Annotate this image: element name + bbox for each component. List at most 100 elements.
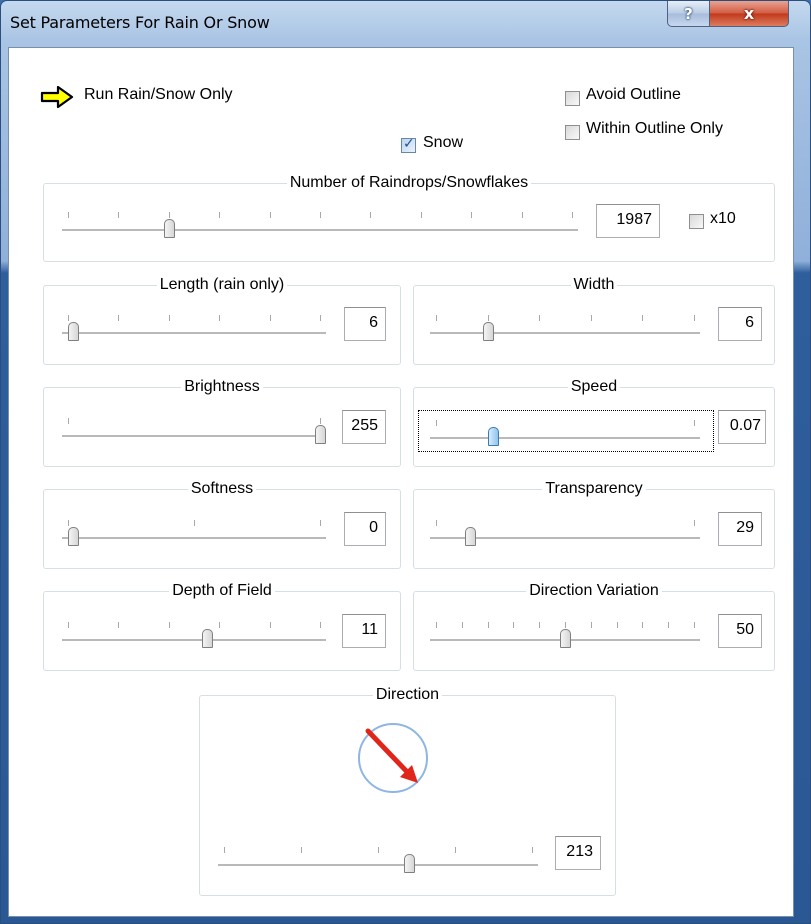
slider-tick (68, 315, 69, 321)
slider-tick (455, 847, 456, 853)
slider-thumb[interactable] (560, 629, 571, 648)
slider-tick (521, 212, 523, 218)
slider-track[interactable] (62, 537, 326, 540)
slider-tick (224, 847, 225, 853)
slider-tick (539, 622, 541, 628)
slider-thumb[interactable] (315, 425, 326, 444)
length-slider[interactable] (62, 311, 326, 341)
direction-slider[interactable] (218, 843, 538, 873)
slider-thumb[interactable] (68, 322, 80, 341)
slider-tick (118, 212, 120, 218)
slider-tick (168, 622, 170, 628)
direction-value[interactable]: 213 (555, 836, 601, 870)
group-label-transparency: Transparency (542, 480, 646, 497)
slider-tick (487, 315, 489, 321)
slider-tick (320, 622, 321, 628)
group-direction: Direction 213 (199, 686, 616, 896)
transparency-value[interactable]: 29 (718, 512, 762, 546)
group-brightness: Brightness 255 (43, 378, 401, 467)
slider-thumb[interactable] (464, 527, 476, 546)
slider-track[interactable] (430, 332, 700, 335)
slider-tick (642, 622, 644, 628)
speed-slider[interactable] (430, 416, 700, 446)
window-title: Set Parameters For Rain Or Snow (10, 13, 270, 32)
slider-tick (68, 418, 69, 424)
speed-value[interactable]: 0.07 (718, 410, 766, 444)
softness-value[interactable]: 0 (344, 512, 386, 546)
slider-tick (269, 212, 271, 218)
slider-thumb[interactable] (68, 527, 80, 546)
direction-dial[interactable] (356, 721, 430, 795)
slider-tick (668, 622, 670, 628)
run-rain-snow-only-button[interactable]: Run Rain/Snow Only (40, 84, 320, 110)
help-icon: ? (684, 4, 693, 23)
slider-tick (461, 622, 463, 628)
softness-slider[interactable] (62, 516, 326, 546)
group-label-speed: Speed (567, 378, 621, 395)
x10-checkbox[interactable] (689, 214, 704, 229)
direction-arrow-icon (365, 728, 418, 783)
snow-checkbox[interactable] (401, 136, 416, 153)
direction-variation-slider[interactable] (430, 618, 700, 648)
slider-tick (320, 212, 321, 218)
group-softness: Softness 0 (43, 480, 401, 569)
slider-tick (642, 315, 644, 321)
slider-tick (168, 212, 170, 218)
close-button[interactable]: x (709, 1, 789, 27)
group-direction-variation: Direction Variation 50 (413, 582, 775, 671)
group-label-depth-of-field: Depth of Field (169, 582, 275, 599)
slider-tick (436, 315, 437, 321)
group-label-width: Width (570, 276, 618, 293)
group-label-brightness: Brightness (181, 378, 263, 395)
group-label-number-of-raindrops: Number of Raindrops/Snowflakes (286, 174, 532, 191)
direction-variation-value[interactable]: 50 (718, 614, 762, 648)
slider-tick (301, 847, 302, 853)
width-slider[interactable] (430, 311, 700, 341)
number-of-raindrops-slider[interactable] (62, 208, 578, 238)
number-of-raindrops-value[interactable]: 1987 (596, 204, 660, 238)
slider-tick (694, 622, 695, 628)
slider-tick (194, 520, 195, 526)
slider-track[interactable] (62, 332, 326, 335)
group-width: Width 6 (413, 276, 775, 365)
slider-tick (68, 520, 69, 526)
slider-tick (269, 315, 271, 321)
arrow-right-icon (40, 86, 74, 108)
slider-tick (370, 212, 372, 218)
slider-thumb[interactable] (487, 427, 499, 446)
slider-thumb[interactable] (163, 219, 175, 238)
group-label-softness: Softness (187, 480, 257, 497)
slider-thumb[interactable] (482, 322, 494, 341)
slider-tick (471, 212, 473, 218)
slider-tick (118, 315, 120, 321)
slider-tick (436, 520, 437, 526)
slider-track[interactable] (62, 435, 326, 438)
width-value[interactable]: 6 (718, 307, 762, 341)
brightness-slider[interactable] (62, 414, 326, 444)
slider-track[interactable] (62, 229, 578, 232)
slider-track[interactable] (218, 864, 538, 867)
slider-tick (572, 212, 573, 218)
slider-tick (168, 315, 170, 321)
slider-track[interactable] (430, 437, 700, 440)
avoid-outline-label: Avoid Outline (586, 86, 681, 103)
group-length: Length (rain only) 6 (43, 276, 401, 365)
group-depth-of-field: Depth of Field 11 (43, 582, 401, 671)
group-label-direction: Direction (372, 686, 443, 703)
slider-tick (694, 420, 695, 426)
slider-track[interactable] (62, 639, 326, 642)
slider-tick (118, 622, 120, 628)
slider-tick (320, 418, 321, 424)
depth-of-field-value[interactable]: 11 (342, 614, 386, 648)
slider-thumb[interactable] (201, 629, 213, 648)
depth-of-field-slider[interactable] (62, 618, 326, 648)
slider-thumb[interactable] (403, 854, 415, 873)
slider-tick (68, 622, 69, 628)
length-value[interactable]: 6 (344, 307, 386, 341)
transparency-slider[interactable] (430, 516, 700, 546)
brightness-value[interactable]: 255 (342, 410, 386, 444)
within-outline-only-checkbox[interactable] (565, 125, 580, 140)
help-button[interactable]: ? (667, 1, 710, 27)
title-bar[interactable]: Set Parameters For Rain Or Snow ? x (1, 1, 810, 47)
avoid-outline-checkbox[interactable] (565, 91, 580, 106)
